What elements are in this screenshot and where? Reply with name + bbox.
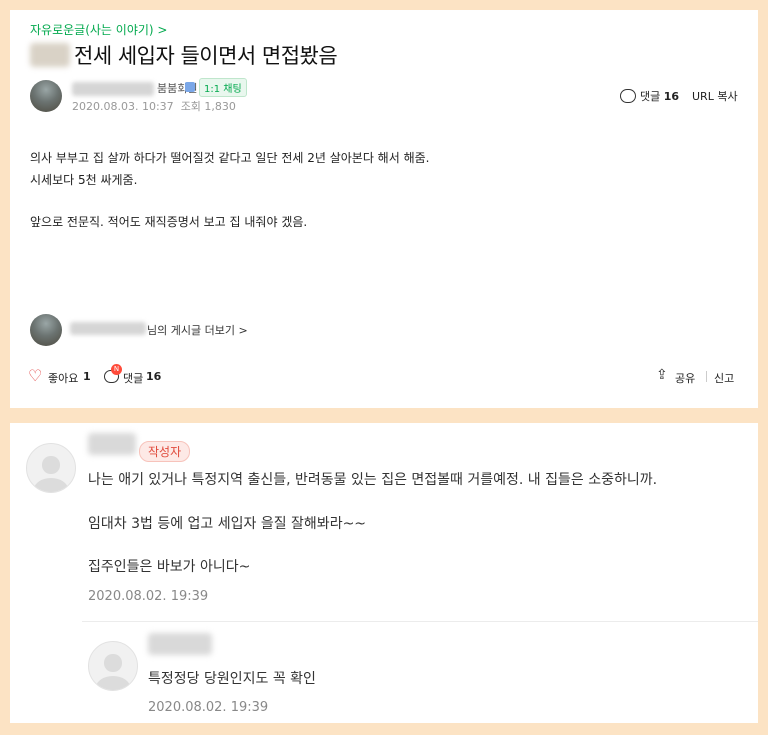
comments-count: 16 [663,90,680,103]
comments-link[interactable]: 댓글 16 [640,88,679,104]
category-link[interactable]: 자유로운글(사는 이야기) > [30,21,167,38]
more-posts-author-blurred[interactable] [70,322,146,335]
commenter-avatar[interactable] [26,443,76,493]
more-posts-avatar[interactable] [30,314,62,346]
post-views: 조회 1,830 [180,100,236,113]
post-card: 자유로운글(사는 이야기) > 전세 세입자 들이면서 면접봤음 붐붐회원 1:… [10,10,758,408]
chat-button[interactable]: 1:1 채팅 [199,78,247,97]
author-avatar[interactable] [30,80,62,112]
url-copy-button[interactable]: URL 복사 [692,88,738,104]
report-button[interactable]: 신고 [714,370,734,386]
comment-text: 집주인들은 바보가 아니다~ [88,559,251,575]
comment-text: 임대차 3법 등에 업고 세입자 을질 잘해봐라~~ [88,516,367,532]
comment-date: 2020.08.02. 19:39 [88,589,209,604]
post-body-line: 시세보다 5천 싸게줌. [30,173,138,187]
more-posts-link[interactable]: 님의 게시글 더보기 > [147,322,248,338]
comment-count: 16 [146,370,162,383]
share-icon[interactable]: ⇪ [656,368,668,382]
comment-label[interactable]: 댓글 [123,370,143,386]
commenter-name-blurred[interactable] [88,433,136,455]
comment-icon[interactable] [620,89,636,103]
comments-label: 댓글 [640,90,661,103]
comment-text: 나는 애기 있거나 특정지역 출신들, 반려동물 있는 집은 면접볼때 거를예정… [88,472,658,488]
divider [706,371,707,382]
post-body-line: 앞으로 전문직. 적어도 재직증명서 보고 집 내줘야 겠음. [30,215,308,229]
post-date: 2020.08.03. 10:37 [72,100,174,113]
post-meta: 2020.08.03. 10:37 조회 1,830 [72,98,236,114]
like-count: 1 [83,370,91,383]
share-button[interactable]: 공유 [675,370,695,386]
heart-icon[interactable]: ♡ [28,368,42,384]
reply-text: 특정정당 당원인지도 꼭 확인 [148,671,316,687]
author-name-blurred[interactable] [72,82,154,96]
new-badge: N [111,364,122,375]
reply-avatar[interactable] [88,641,138,691]
comments-card: 작성자 나는 애기 있거나 특정지역 출신들, 반려동물 있는 집은 면접볼때 … [10,423,758,723]
post-body-line: 의사 부부고 집 살까 하다가 떨어질것 같다고 일단 전세 2년 살아본다 해… [30,151,430,165]
reply-divider [82,621,758,622]
reply-name-blurred[interactable] [148,633,212,655]
level-icon [185,82,195,92]
author-tag: 작성자 [139,441,191,462]
reply-date: 2020.08.02. 19:39 [148,700,269,715]
title-prefix-blurred [30,43,70,67]
post-title: 전세 세입자 들이면서 면접봤음 [74,44,338,68]
like-label[interactable]: 좋아요 [48,370,78,386]
